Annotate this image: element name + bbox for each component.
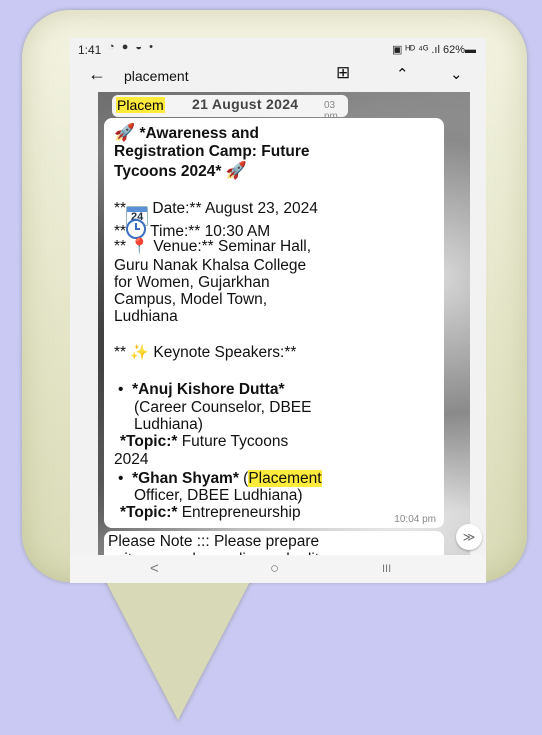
status-time: 1:41: [78, 43, 102, 57]
venue-line: Campus, Model Town,: [114, 291, 268, 308]
scroll-down-button[interactable]: ≫: [456, 524, 482, 550]
message-title-line: 🚀 *Awareness and: [114, 123, 259, 143]
topic-2: *Topic:* Entrepreneurship: [120, 504, 301, 521]
note-line: Please Note ::: Please prepare: [108, 533, 320, 550]
keynote-heading: ** ✨ Keynote Speakers:**: [114, 344, 297, 361]
status-battery-signal: ▣ ᴴᴰ ⁴ᴳ .ıl 62%▬: [391, 44, 476, 56]
calendar-search-icon[interactable]: ⊞: [336, 63, 350, 83]
search-highlight: Placement: [248, 470, 322, 487]
chevron-down-icon[interactable]: ⌄: [450, 65, 463, 83]
chat-message[interactable]: 🚀 *Awareness and Registration Camp: Futu…: [104, 118, 444, 528]
search-bar: ← placement ⊞ ⌃ ⌄: [70, 60, 486, 92]
speaker-1-role: Ludhiana): [134, 416, 203, 433]
speaker-2-role: Officer, DBEE Ludhiana): [134, 487, 303, 504]
phone-screenshot: 1:41 ◔ ● ◒ • ▣ ᴴᴰ ⁴ᴳ .ıl 62%▬ ← placemen…: [70, 38, 486, 583]
venue-line: for Women, Gujarkhan: [114, 274, 270, 291]
message-time: 10:04 pm: [394, 514, 436, 525]
nav-recents-button[interactable]: III: [382, 563, 391, 575]
status-notification-icons: ◔ ● ◒ •: [108, 41, 155, 53]
nav-home-button[interactable]: ○: [270, 560, 279, 577]
event-venue: ** 📍 Venue:** Seminar Hall,: [114, 238, 312, 255]
topic-1-cont: 2024: [114, 451, 149, 468]
rocket-icon: 🚀: [225, 161, 247, 180]
message-title-line: Tycoons 2024* 🚀: [114, 161, 247, 181]
venue-line: Guru Nanak Khalsa College: [114, 257, 307, 274]
speaker-2: • *Ghan Shyam* (Placement: [118, 470, 322, 487]
search-highlight: Placem: [116, 97, 165, 113]
status-bar: 1:41 ◔ ● ◒ • ▣ ᴴᴰ ⁴ᴳ .ıl 62%▬: [70, 38, 486, 60]
date-separator: 21 August 2024: [192, 96, 299, 112]
previous-message-peek: Placem 21 August 2024 03 pm: [112, 95, 348, 122]
speaker-1-role: (Career Counselor, DBEE: [134, 399, 312, 416]
pin-icon: 📍: [130, 238, 150, 255]
speaker-1: • *Anuj Kishore Dutta*: [118, 381, 285, 398]
system-nav-bar: < ○ III: [70, 555, 486, 583]
chevron-up-icon[interactable]: ⌃: [396, 65, 409, 83]
sparkles-icon: ✨: [130, 344, 150, 361]
venue-line: Ludhiana: [114, 308, 178, 325]
topic-1: *Topic:* Future Tycoons: [120, 433, 289, 450]
speech-bubble-tail: [100, 570, 256, 720]
nav-back-button[interactable]: <: [150, 560, 159, 577]
clock-icon: [126, 219, 147, 239]
rocket-icon: 🚀: [114, 123, 136, 142]
search-input[interactable]: placement: [124, 68, 189, 84]
message-title-line: Registration Camp: Future: [114, 143, 310, 160]
back-arrow-icon[interactable]: ←: [88, 64, 106, 85]
